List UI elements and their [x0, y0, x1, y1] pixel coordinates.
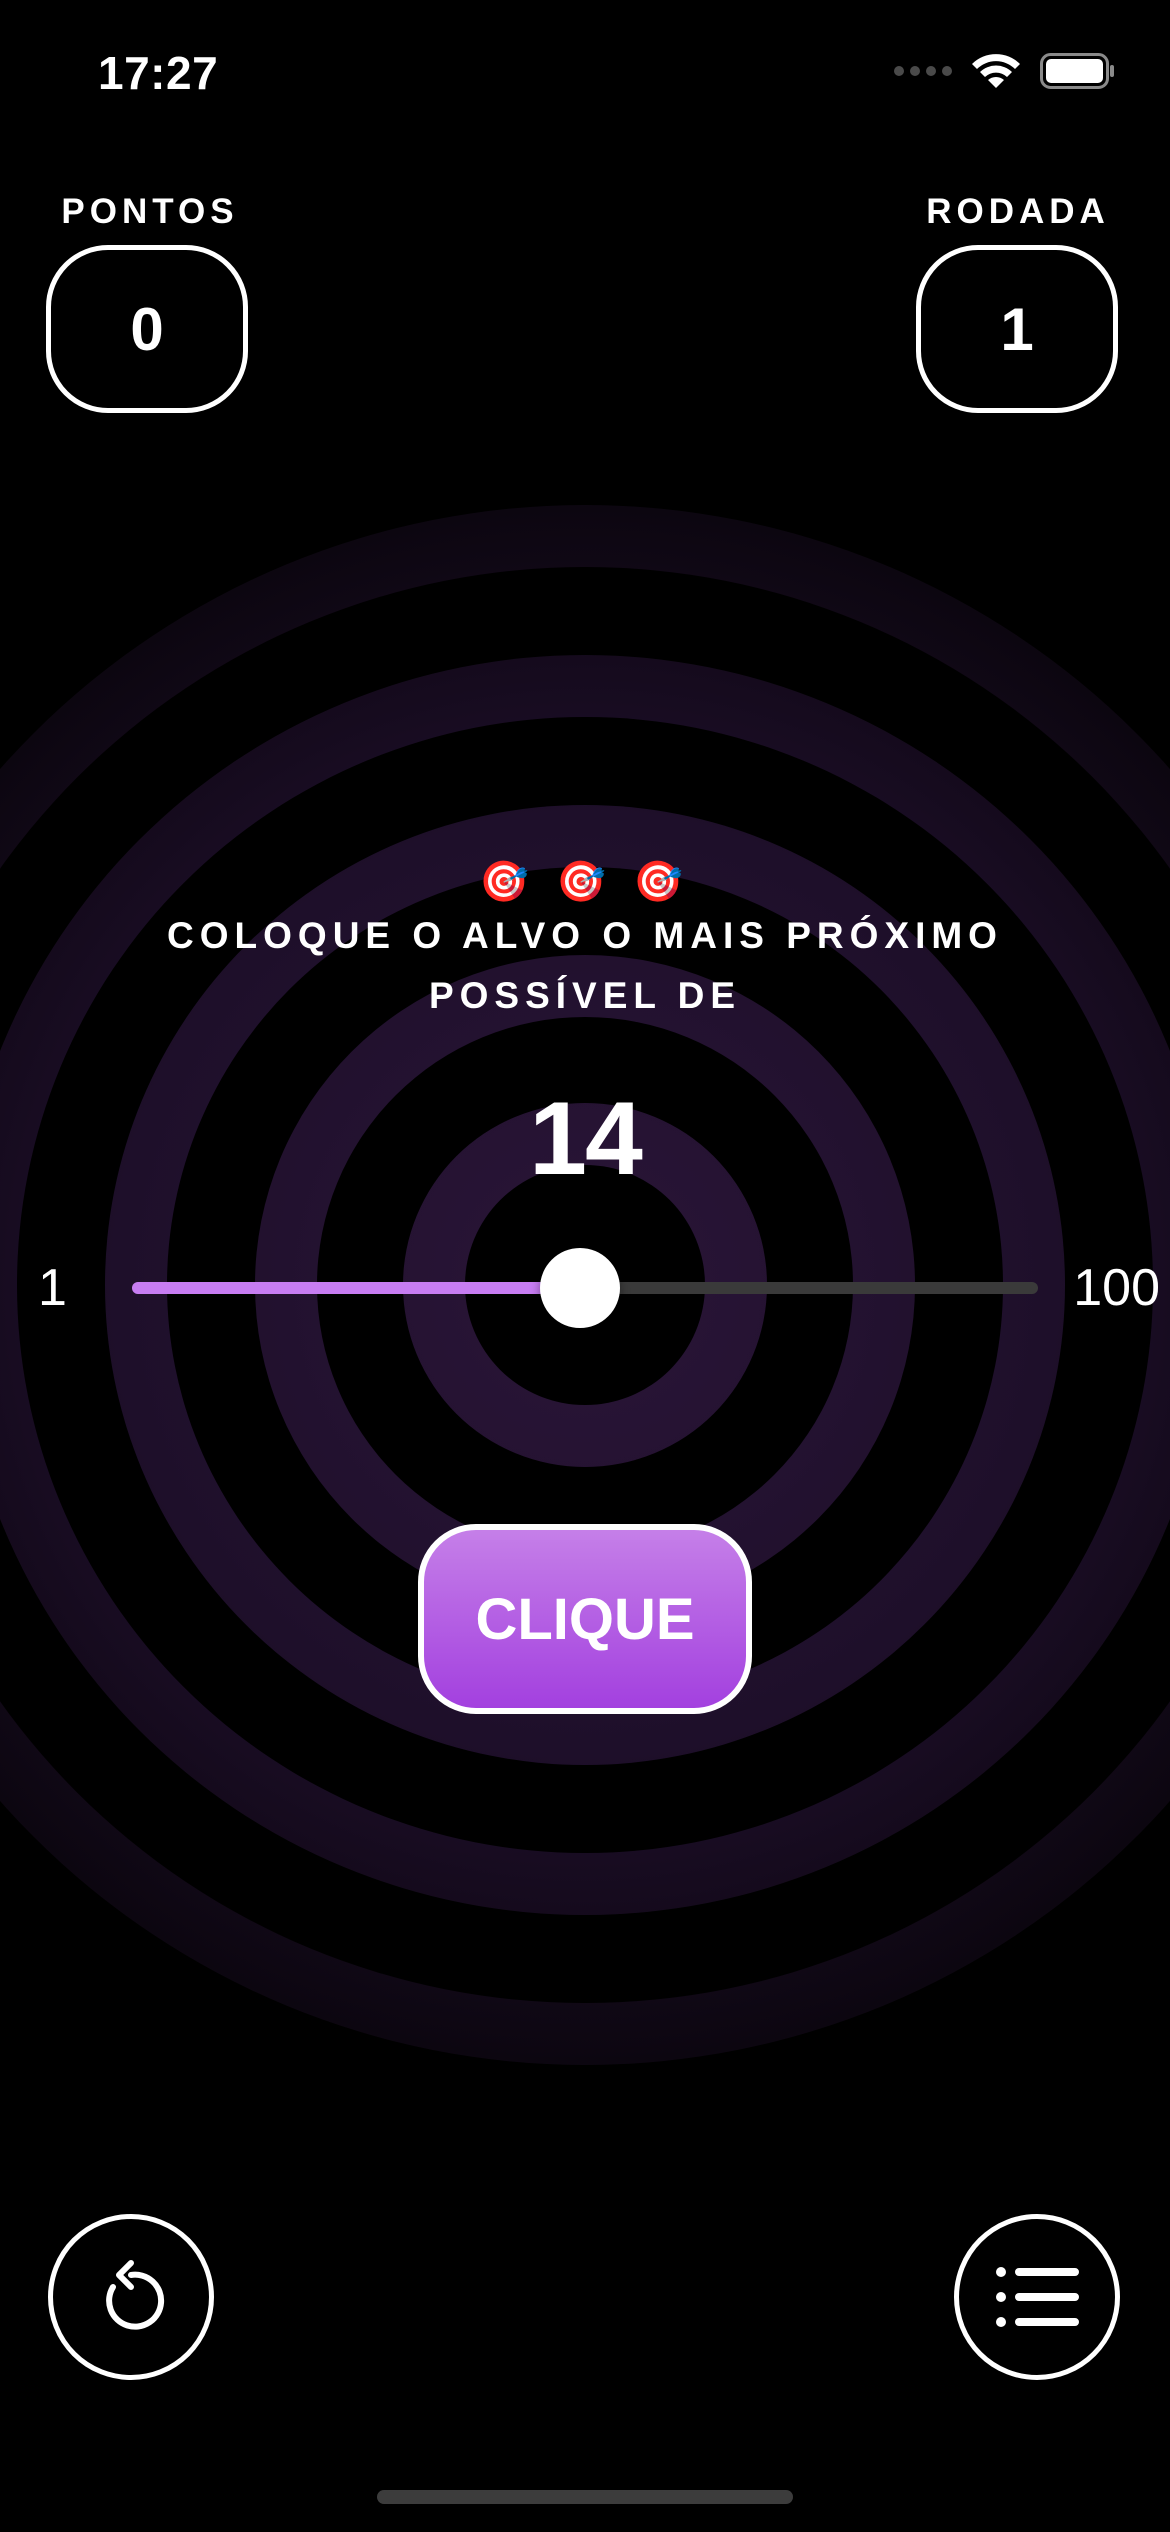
target-emoji-row: 🎯 🎯 🎯	[479, 860, 691, 904]
status-icons	[894, 52, 1116, 90]
slider-min-label: 1	[38, 1259, 67, 1317]
leaderboard-button[interactable]	[954, 2214, 1120, 2380]
score-box: 0	[46, 245, 248, 413]
battery-icon	[1040, 53, 1114, 89]
restart-icon	[106, 2260, 165, 2330]
round-label: RODADA	[926, 192, 1110, 231]
home-indicator[interactable]	[377, 2490, 793, 2504]
score-value: 0	[130, 295, 164, 363]
restart-button[interactable]	[48, 2214, 214, 2380]
score-label: PONTOS	[61, 192, 239, 231]
target-value: 14	[529, 1081, 643, 1197]
clique-button-label: CLIQUE	[475, 1586, 695, 1652]
instruction-text: COLOQUE O ALVO O MAIS PRÓXIMO POSSÍVEL D…	[167, 915, 1003, 1016]
slider-fill	[132, 1282, 581, 1294]
slider-max-label: 100	[1073, 1259, 1160, 1317]
wifi-icon	[972, 54, 1020, 88]
status-time: 17:27	[98, 47, 219, 99]
clique-button[interactable]: CLIQUE	[418, 1524, 752, 1714]
slider-thumb[interactable]	[540, 1248, 621, 1328]
cellular-signal-icon	[894, 66, 952, 76]
round-value: 1	[1000, 295, 1034, 363]
list-icon	[996, 2267, 1079, 2327]
round-box: 1	[916, 245, 1118, 413]
value-slider[interactable]	[132, 1248, 1038, 1328]
